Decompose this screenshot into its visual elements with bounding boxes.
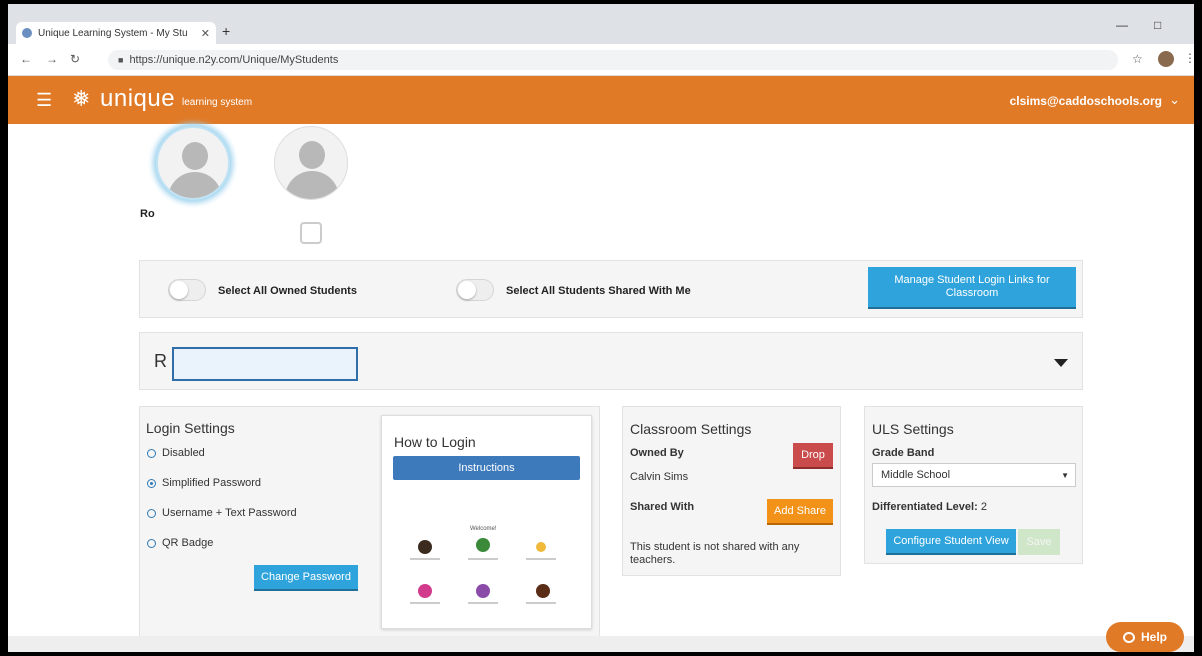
select-shared-toggle[interactable] (456, 279, 494, 301)
main-content: Ro Select All Owned Students Select All … (8, 124, 1194, 652)
avatar-head-icon (182, 142, 208, 170)
radio-qr-badge[interactable] (147, 539, 156, 548)
student-select-checkbox[interactable] (300, 222, 322, 244)
character-cowboy-icon (418, 540, 432, 554)
classroom-settings-title: Classroom Settings (630, 421, 752, 437)
student-avatar[interactable] (274, 126, 348, 200)
browser-tab[interactable]: Unique Learning System - My Stu ✕ (16, 22, 216, 44)
app-header: ☰ ❅ unique learning system clsims@caddos… (8, 76, 1194, 124)
bookmark-star-icon[interactable]: ☆ (1132, 52, 1143, 66)
change-password-button[interactable]: Change Password (254, 565, 358, 591)
forward-arrow-icon[interactable]: → (46, 52, 58, 66)
drop-button[interactable]: Drop (793, 443, 833, 469)
owned-by-label: Owned By (630, 447, 684, 459)
hamburger-menu-icon[interactable]: ☰ (36, 90, 52, 111)
character-girl-icon (476, 584, 490, 598)
instructions-button[interactable]: Instructions (393, 456, 580, 480)
manage-login-links-button[interactable]: Manage Student Login Links for Classroom (868, 267, 1076, 309)
profile-avatar-icon[interactable] (1158, 51, 1174, 67)
browser-menu-icon[interactable]: ⋮ (1184, 51, 1194, 65)
uls-settings-panel: ULS Settings Grade Band Middle School ▼ … (864, 406, 1083, 564)
caret-down-icon[interactable] (1054, 359, 1068, 367)
url-field[interactable]: ■ https://unique.n2y.com/Unique/MyStuden… (108, 50, 1118, 70)
save-button[interactable]: Save (1018, 529, 1060, 555)
preview-label-line (410, 602, 440, 604)
new-tab-icon[interactable]: + (222, 23, 230, 39)
help-label: Help (1140, 630, 1167, 644)
character-smiley-icon (536, 542, 546, 552)
preview-label-line (526, 558, 556, 560)
radio-username-text-password-label[interactable]: Username + Text Password (162, 507, 297, 519)
help-button[interactable]: Help (1106, 622, 1184, 652)
student-name: Ro (140, 208, 155, 220)
configure-student-view-button[interactable]: Configure Student View (886, 529, 1016, 555)
preview-label-line (526, 602, 556, 604)
welcome-preview-text: Welcome! (470, 526, 497, 532)
differentiated-level-label: Differentiated Level: (872, 501, 978, 513)
maximize-icon[interactable]: □ (1154, 18, 1161, 32)
radio-disabled[interactable] (147, 449, 156, 458)
preview-label-line (410, 558, 440, 560)
avatar-body-icon (168, 172, 222, 198)
avatar-head-icon (299, 141, 325, 169)
tab-close-icon[interactable]: ✕ (201, 27, 210, 40)
reload-icon[interactable]: ↻ (70, 52, 80, 66)
how-to-login-title: How to Login (394, 434, 476, 450)
site-favicon-icon (22, 28, 32, 38)
radio-disabled-label[interactable]: Disabled (162, 447, 205, 459)
preview-label-line (468, 602, 498, 604)
select-owned-label: Select All Owned Students (218, 285, 357, 297)
how-to-login-card: How to Login Instructions Welcome! (381, 415, 592, 629)
character-frog-icon (476, 538, 490, 552)
login-settings-title: Login Settings (146, 420, 235, 436)
differentiated-level: Differentiated Level: 2 (872, 501, 987, 513)
character-clown-icon (418, 584, 432, 598)
back-arrow-icon[interactable]: ← (20, 52, 32, 66)
chevron-down-icon[interactable]: ⌄ (1169, 92, 1180, 108)
grade-band-label: Grade Band (872, 447, 935, 459)
student-initial: R (154, 351, 167, 371)
radio-simplified-password-label[interactable]: Simplified Password (162, 477, 261, 489)
avatar-body-icon (285, 171, 339, 199)
user-email[interactable]: clsims@caddoschools.org (1010, 94, 1162, 108)
classroom-settings-panel: Classroom Settings Owned By Drop Calvin … (622, 406, 841, 576)
select-shared-label: Select All Students Shared With Me (506, 285, 691, 297)
uls-settings-title: ULS Settings (872, 421, 954, 437)
preview-label-line (468, 558, 498, 560)
grade-band-value: Middle School (881, 469, 951, 481)
chat-bubble-icon (1122, 631, 1135, 643)
selection-bar: Select All Owned Students Select All Stu… (139, 260, 1083, 318)
address-bar: ← → ↻ ■ https://unique.n2y.com/Unique/My… (8, 44, 1194, 76)
shared-with-label: Shared With (630, 501, 695, 513)
dropdown-arrow-icon: ▼ (1061, 471, 1069, 480)
owner-name: Calvin Sims (630, 471, 689, 483)
footer-strip (8, 636, 1194, 652)
grade-band-select[interactable]: Middle School ▼ (872, 463, 1076, 487)
radio-username-text-password[interactable] (147, 509, 156, 518)
tab-title: Unique Learning System - My Stu (38, 27, 188, 39)
not-shared-text: This student is not shared with any teac… (630, 541, 800, 566)
radio-simplified-password[interactable] (147, 479, 156, 488)
minimize-icon[interactable]: — (1116, 18, 1128, 32)
select-owned-toggle[interactable] (168, 279, 206, 301)
logo-subtitle: learning system (182, 97, 253, 108)
logo-text: unique (100, 85, 176, 112)
snowflake-logo-icon: ❅ (72, 86, 91, 111)
lock-icon: ■ (118, 55, 124, 65)
character-boy-icon (536, 584, 550, 598)
differentiated-level-value: 2 (980, 501, 987, 513)
browser-tab-strip: Unique Learning System - My Stu ✕ + — □ (8, 4, 1194, 44)
login-settings-panel: Login Settings Disabled Simplified Passw… (139, 406, 600, 652)
student-bar[interactable]: R (139, 332, 1083, 390)
student-name-field[interactable] (172, 347, 358, 381)
add-share-button[interactable]: Add Share (767, 499, 833, 525)
radio-qr-badge-label[interactable]: QR Badge (162, 537, 213, 549)
browser-window: Unique Learning System - My Stu ✕ + — □ … (8, 4, 1194, 652)
url-text: https://unique.n2y.com/Unique/MyStudents (129, 54, 339, 66)
student-avatar-selected[interactable] (156, 126, 230, 200)
